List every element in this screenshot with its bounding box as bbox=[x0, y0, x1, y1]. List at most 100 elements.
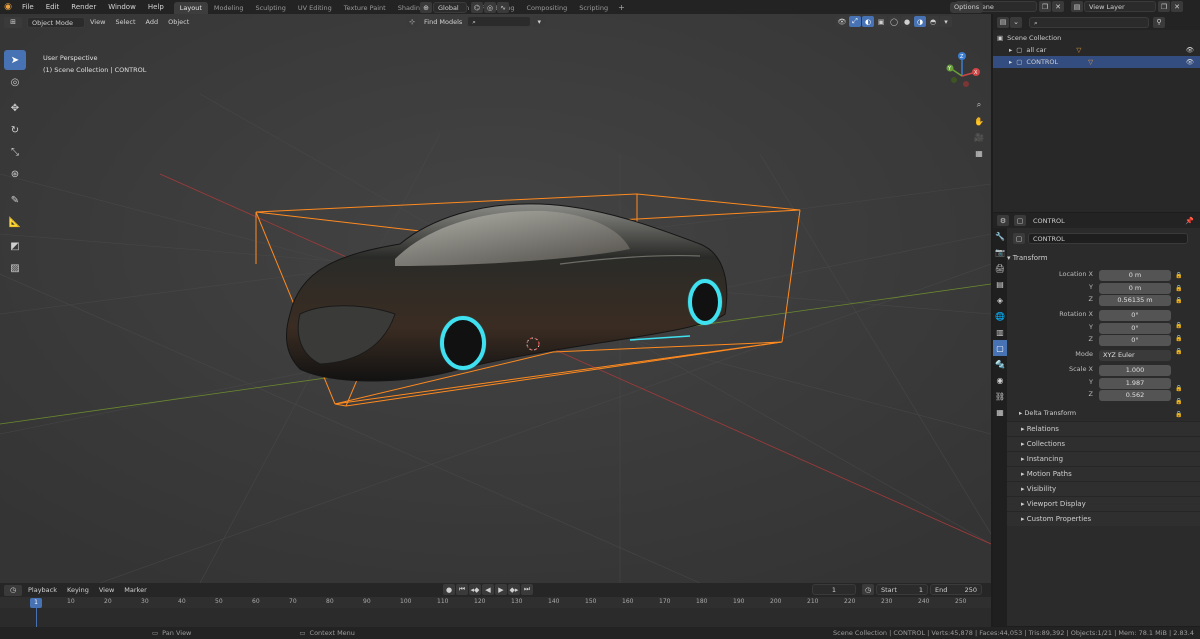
location-z-field[interactable]: 0.56135 m bbox=[1099, 295, 1171, 306]
menu-render[interactable]: Render bbox=[65, 0, 102, 14]
viewport-menu-add[interactable]: Add bbox=[141, 18, 164, 26]
end-frame-field[interactable]: End 250 bbox=[930, 584, 982, 595]
tab-uv-editing[interactable]: UV Editing bbox=[292, 2, 338, 14]
scene-tab-icon[interactable]: ◈ bbox=[993, 292, 1007, 308]
editor-type-icon[interactable]: ⊞ bbox=[4, 16, 22, 28]
outliner-editor-icon[interactable]: ▤ bbox=[997, 16, 1009, 28]
delta-transform-header[interactable]: ▸ Delta Transform bbox=[1019, 409, 1076, 417]
visibility-eye-icon[interactable]: 👁 bbox=[1186, 56, 1194, 68]
visibility-eye-icon[interactable]: 👁 bbox=[1186, 44, 1194, 56]
collection-tab-icon[interactable]: ▥ bbox=[993, 324, 1007, 340]
world-tab-icon[interactable]: 🌐 bbox=[993, 308, 1007, 324]
snap-icon[interactable]: ⌬ bbox=[471, 2, 483, 13]
orientation-dropdown[interactable]: Global bbox=[433, 2, 467, 13]
modifier-tab-icon[interactable]: 🔩 bbox=[993, 356, 1007, 372]
render-tab-icon[interactable]: 📷 bbox=[993, 244, 1007, 260]
outliner-filter-icon[interactable]: ⚲ bbox=[1153, 16, 1165, 28]
xray-icon[interactable]: ▣ bbox=[875, 16, 887, 27]
viewport-menu-object[interactable]: Object bbox=[163, 18, 194, 26]
wireframe-shading-icon[interactable]: ◯ bbox=[888, 16, 900, 27]
jump-start-icon[interactable]: ⏮ bbox=[456, 584, 468, 595]
object-name-field[interactable]: CONTROL bbox=[1028, 233, 1188, 244]
play-icon[interactable]: ▶ bbox=[495, 584, 507, 595]
orientation-icon[interactable]: ⊕ bbox=[420, 2, 432, 13]
view-layer-tab-icon[interactable]: ▤ bbox=[993, 276, 1007, 292]
scale-y-field[interactable]: 1.987 bbox=[1099, 378, 1171, 389]
viewport-menu-view[interactable]: View bbox=[85, 18, 110, 26]
expand-arrow-icon[interactable]: ▸ bbox=[1009, 56, 1012, 68]
panel-collections[interactable]: ▸ Collections bbox=[1007, 436, 1200, 451]
overlay-toggle-icon[interactable]: ◐ bbox=[862, 16, 874, 27]
options-button[interactable]: Options bbox=[950, 2, 984, 13]
texture-tab-icon[interactable]: ▦ bbox=[993, 404, 1007, 420]
outliner-search-input[interactable]: ⌕ bbox=[1029, 16, 1149, 28]
menu-file[interactable]: File bbox=[16, 0, 40, 14]
panel-visibility[interactable]: ▸ Visibility bbox=[1007, 481, 1200, 496]
new-view-layer-icon[interactable]: ❐ bbox=[1158, 1, 1170, 12]
falloff-icon[interactable]: ∿ bbox=[497, 2, 509, 13]
perspective-toggle-icon[interactable]: ▦ bbox=[972, 146, 986, 160]
find-models-button[interactable]: Find Models bbox=[419, 18, 467, 26]
panel-motion-paths[interactable]: ▸ Motion Paths bbox=[1007, 466, 1200, 481]
location-x-field[interactable]: 0 m bbox=[1099, 270, 1171, 281]
rotation-y-field[interactable]: 0° bbox=[1099, 323, 1171, 334]
jump-end-icon[interactable]: ⏭ bbox=[521, 584, 533, 595]
select-box-icon[interactable]: ➤ bbox=[4, 50, 26, 70]
tab-sculpting[interactable]: Sculpting bbox=[249, 2, 291, 14]
viewport-menu-select[interactable]: Select bbox=[110, 18, 140, 26]
rotation-mode-dropdown[interactable]: XYZ Euler bbox=[1099, 350, 1171, 361]
expand-arrow-icon[interactable]: ▸ bbox=[1009, 44, 1012, 56]
playhead[interactable]: 1 bbox=[30, 598, 42, 608]
panel-custom-properties[interactable]: ▸ Custom Properties bbox=[1007, 511, 1200, 526]
scale-tool-icon[interactable]: ⤡ bbox=[4, 142, 26, 162]
outliner-root[interactable]: ▣ Scene Collection bbox=[993, 32, 1200, 44]
menu-edit[interactable]: Edit bbox=[40, 0, 66, 14]
delete-scene-icon[interactable]: ✕ bbox=[1052, 1, 1064, 12]
panel-relations[interactable]: ▸ Relations bbox=[1007, 421, 1200, 436]
timeline-menu-playback[interactable]: Playback bbox=[23, 586, 62, 594]
current-frame-field[interactable]: 1 bbox=[812, 584, 856, 595]
scale-x-field[interactable]: 1.000 bbox=[1099, 365, 1171, 376]
outliner-item[interactable]: ▸ ▢ CONTROL ▽ 👁 bbox=[993, 56, 1200, 68]
visibility-icon[interactable]: 👁 bbox=[836, 16, 848, 27]
find-models-options-icon[interactable]: ▾ bbox=[533, 16, 546, 27]
new-scene-icon[interactable]: ❐ bbox=[1039, 1, 1051, 12]
outliner-item[interactable]: ▸ ▢ all car ▽ 👁 bbox=[993, 44, 1200, 56]
timeline[interactable]: 10 20 30 40 50 60 70 80 90 100 110 120 130 140 150 160 1… bbox=[0, 597, 991, 627]
add-cube-tool-icon[interactable]: ◩ bbox=[4, 236, 26, 256]
view-layer-field[interactable]: View Layer bbox=[1084, 1, 1156, 12]
physics-tab-icon[interactable]: ◉ bbox=[993, 372, 1007, 388]
record-icon[interactable]: ● bbox=[443, 584, 455, 595]
camera-view-icon[interactable]: 🎥 bbox=[972, 130, 986, 144]
scale-z-field[interactable]: 0.562 bbox=[1099, 390, 1171, 401]
tab-modeling[interactable]: Modeling bbox=[208, 2, 250, 14]
start-frame-field[interactable]: Start 1 bbox=[876, 584, 928, 595]
output-tab-icon[interactable]: 🖨 bbox=[993, 260, 1007, 276]
menu-help[interactable]: Help bbox=[142, 0, 170, 14]
object-tab-icon[interactable]: ▢ bbox=[993, 340, 1007, 356]
navigation-gizmo[interactable]: Z X Y bbox=[940, 50, 984, 94]
constraint-tab-icon[interactable]: ⛓ bbox=[993, 388, 1007, 404]
timeline-editor-icon[interactable]: ◷ bbox=[4, 584, 22, 596]
panel-viewport-display[interactable]: ▸ Viewport Display bbox=[1007, 496, 1200, 511]
find-models-input[interactable]: ⌕ bbox=[467, 16, 532, 27]
measure-tool-icon[interactable]: 📐 bbox=[4, 212, 26, 232]
mode-dropdown[interactable]: Object Mode bbox=[27, 16, 85, 28]
material-preview-icon[interactable]: ◑ bbox=[914, 16, 926, 27]
annotate-tool-icon[interactable]: ✎ bbox=[4, 190, 26, 210]
delete-view-layer-icon[interactable]: ✕ bbox=[1171, 1, 1183, 12]
prev-keyframe-icon[interactable]: ◂◆ bbox=[469, 584, 481, 595]
3d-viewport[interactable] bbox=[0, 14, 991, 583]
preview-range-icon[interactable]: ◷ bbox=[862, 584, 874, 595]
location-y-field[interactable]: 0 m bbox=[1099, 283, 1171, 294]
tab-compositing[interactable]: Compositing bbox=[520, 2, 573, 14]
blender-logo-icon[interactable]: ◉ bbox=[0, 2, 16, 12]
cursor-tool-icon[interactable]: ◎ bbox=[4, 72, 26, 92]
next-keyframe-icon[interactable]: ◆▸ bbox=[508, 584, 520, 595]
timeline-menu-keying[interactable]: Keying bbox=[62, 586, 94, 594]
panel-instancing[interactable]: ▸ Instancing bbox=[1007, 451, 1200, 466]
pin-icon[interactable]: 📌 bbox=[1185, 217, 1194, 225]
transform-pivot-icon[interactable]: ⊹ bbox=[406, 16, 418, 27]
shading-options-icon[interactable]: ▾ bbox=[940, 16, 952, 27]
rendered-shading-icon[interactable]: ◓ bbox=[927, 16, 939, 27]
